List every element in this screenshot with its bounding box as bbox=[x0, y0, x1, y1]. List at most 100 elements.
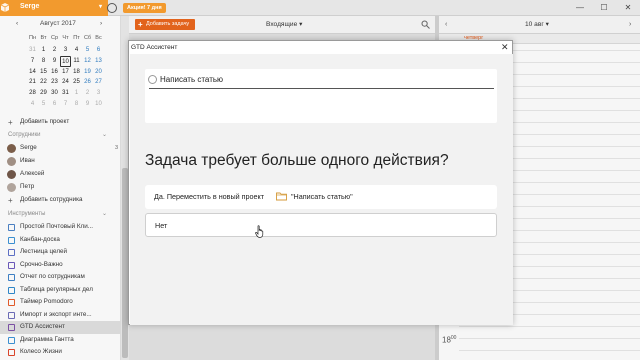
calendar-day[interactable]: 1 bbox=[71, 88, 82, 99]
weekday: Вт bbox=[40, 35, 47, 41]
calendar-day[interactable]: 3 bbox=[60, 45, 71, 56]
sidebar-tool-item[interactable]: Диаграмма Гантта bbox=[0, 334, 121, 347]
add-task-button[interactable]: + Добавить задачу bbox=[135, 19, 195, 30]
yes-move-to-project-button[interactable]: Да. Переместить в новый проект "Написать… bbox=[145, 185, 497, 209]
calendar-day[interactable]: 2 bbox=[82, 88, 93, 99]
employees-header[interactable]: Сотрудники ⌄ bbox=[8, 129, 121, 141]
calendar-day[interactable]: 21 bbox=[27, 77, 38, 88]
tool-label: Простой Почтовый Кли... bbox=[20, 223, 93, 230]
calendar-day[interactable]: 22 bbox=[38, 77, 49, 88]
sidebar-employee[interactable]: Иван bbox=[0, 155, 121, 168]
calendar-day[interactable]: 14 bbox=[27, 67, 38, 78]
matrix-icon bbox=[8, 261, 15, 269]
user-menu[interactable]: Serge ▾ bbox=[0, 0, 108, 16]
maximize-button[interactable]: ☐ bbox=[592, 0, 616, 16]
calendar-day[interactable]: 18 bbox=[71, 67, 82, 78]
calendar-day[interactable]: 9 bbox=[82, 99, 93, 110]
sidebar-tool-item[interactable]: Таблица регулярных дел bbox=[0, 284, 121, 297]
sidebar-tool-item[interactable]: GTD Ассистент bbox=[0, 321, 121, 334]
calendar-day[interactable]: 13 bbox=[93, 56, 104, 67]
import-export-icon bbox=[8, 311, 15, 319]
calendar-day[interactable]: 8 bbox=[38, 56, 49, 67]
prev-month-button[interactable]: ‹ bbox=[16, 20, 18, 27]
sidebar-tool-item[interactable]: Колесо Жизни bbox=[0, 346, 121, 359]
inbox-filter-dropdown[interactable]: Входящие ▾ bbox=[266, 19, 302, 30]
tool-label: Таймер Pomodoro bbox=[20, 298, 73, 305]
calendar-day[interactable]: 26 bbox=[82, 77, 93, 88]
gtd-assistant-dialog: GTD Ассистент ✕ Написать статью Задача т… bbox=[128, 40, 513, 325]
calendar-day[interactable]: 1 bbox=[38, 45, 49, 56]
calendar-day[interactable]: 31 bbox=[27, 45, 38, 56]
calendar-day[interactable]: 28 bbox=[27, 88, 38, 99]
calendar-day[interactable]: 30 bbox=[49, 88, 60, 99]
close-window-button[interactable]: ✕ bbox=[616, 0, 640, 16]
calendar-day[interactable]: 4 bbox=[27, 99, 38, 110]
sidebar-tool-item[interactable]: Лестница целей bbox=[0, 246, 121, 259]
calendar-grid: 31 1 2 3 4 5 6 7 8 9 10 11 12 13 14 15 16 17 18 19 20 21 22 23 2… bbox=[27, 45, 115, 110]
next-day-button[interactable]: › bbox=[629, 19, 631, 30]
add-employee-label: Добавить сотрудника bbox=[20, 196, 83, 203]
sidebar-tool-item[interactable]: Импорт и экспорт инте... bbox=[0, 309, 121, 322]
weekday: Пт bbox=[73, 35, 80, 41]
calendar-day[interactable]: 27 bbox=[93, 77, 104, 88]
sidebar-tool-item[interactable]: Отчет по сотрудникам bbox=[0, 271, 121, 284]
search-icon[interactable] bbox=[421, 20, 430, 29]
calendar-day[interactable]: 19 bbox=[82, 67, 93, 78]
calendar-day[interactable]: 16 bbox=[49, 67, 60, 78]
sidebar-tool-item[interactable]: Простой Почтовый Кли... bbox=[0, 221, 121, 234]
minimize-button[interactable]: — bbox=[568, 0, 592, 16]
task-checkbox[interactable] bbox=[148, 75, 157, 84]
tool-label: Лестница целей bbox=[20, 248, 68, 255]
mail-icon bbox=[8, 224, 15, 231]
calendar-day[interactable]: 17 bbox=[60, 67, 71, 78]
sidebar-tool-item[interactable]: Таймер Pomodoro bbox=[0, 296, 121, 309]
calendar-day[interactable]: 31 bbox=[60, 88, 71, 99]
tools-header[interactable]: Инструменты ⌄ bbox=[8, 208, 121, 220]
calendar-day[interactable]: 6 bbox=[93, 45, 104, 56]
sidebar-employee[interactable]: Петр bbox=[0, 181, 121, 194]
calendar-day[interactable]: 10 bbox=[60, 55, 71, 67]
prev-day-button[interactable]: ‹ bbox=[445, 19, 447, 30]
dialog-content: Написать статью Задача требует больше од… bbox=[130, 54, 513, 325]
calendar-day[interactable]: 15 bbox=[38, 67, 49, 78]
add-project-button[interactable]: + Добавить проект bbox=[0, 116, 121, 129]
sidebar-employee[interactable]: Алексей bbox=[0, 168, 121, 181]
calendar-day[interactable]: 11 bbox=[71, 56, 82, 67]
calendar-day[interactable]: 2 bbox=[49, 45, 60, 56]
task-title: Написать статью bbox=[160, 75, 224, 84]
tool-label: Отчет по сотрудникам bbox=[20, 273, 85, 280]
calendar-day[interactable]: 7 bbox=[60, 99, 71, 110]
report-icon bbox=[8, 274, 15, 281]
calendar-week: 28 29 30 31 1 2 3 bbox=[27, 88, 115, 99]
hour-label: 1800 bbox=[442, 335, 456, 345]
kanban-icon bbox=[8, 236, 15, 244]
calendar-day[interactable]: 7 bbox=[27, 56, 38, 67]
promo-area[interactable]: Акция! 7 дня bbox=[107, 3, 166, 13]
avatar bbox=[7, 144, 16, 153]
calendar-day[interactable]: 5 bbox=[38, 99, 49, 110]
promo-badge[interactable]: Акция! 7 дня bbox=[123, 3, 166, 13]
sidebar-tool-item[interactable]: Срочно-Важно bbox=[0, 259, 121, 272]
add-employee-button[interactable]: + Добавить сотрудника bbox=[0, 194, 121, 207]
calendar-day[interactable]: 12 bbox=[82, 56, 93, 67]
calendar-day[interactable]: 5 bbox=[82, 45, 93, 56]
calendar-day[interactable]: 23 bbox=[49, 77, 60, 88]
sidebar-tool-item[interactable]: Канбан-доска bbox=[0, 234, 121, 247]
calendar-day[interactable]: 20 bbox=[93, 67, 104, 78]
current-date-dropdown[interactable]: 10 авг ▾ bbox=[525, 19, 549, 30]
calendar-day[interactable]: 25 bbox=[71, 77, 82, 88]
calendar-day[interactable]: 10 bbox=[93, 99, 104, 110]
employee-name: Алексей bbox=[20, 170, 45, 177]
close-dialog-button[interactable]: ✕ bbox=[501, 42, 509, 53]
next-month-button[interactable]: › bbox=[100, 20, 102, 27]
no-button[interactable]: Нет bbox=[145, 213, 497, 237]
calendar-day[interactable]: 3 bbox=[93, 88, 104, 99]
calendar-day[interactable]: 4 bbox=[71, 45, 82, 56]
calendar-day[interactable]: 24 bbox=[60, 77, 71, 88]
avatar bbox=[7, 170, 16, 179]
calendar-day[interactable]: 8 bbox=[71, 99, 82, 110]
sidebar-employee[interactable]: Serge 3 bbox=[0, 142, 121, 155]
calendar-day[interactable]: 9 bbox=[49, 56, 60, 67]
calendar-day[interactable]: 29 bbox=[38, 88, 49, 99]
calendar-day[interactable]: 6 bbox=[49, 99, 60, 110]
